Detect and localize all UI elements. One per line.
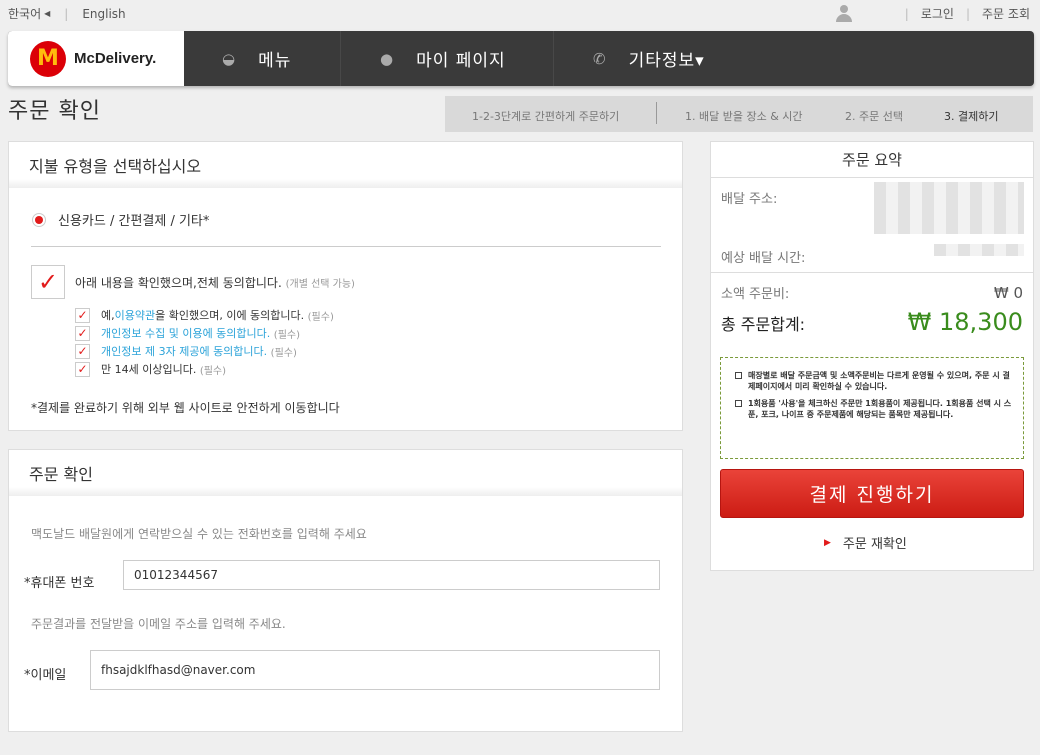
- nav-info-label: 기타정보▾: [628, 51, 705, 71]
- nav-divider: [553, 31, 554, 86]
- summary-title: 주문 요약: [711, 142, 1033, 178]
- confirm-heading: 주문 확인: [9, 450, 682, 496]
- phone-icon: ✆: [593, 49, 607, 68]
- checkmark-icon: ✓: [77, 344, 88, 358]
- user-icon: [835, 4, 853, 22]
- nav-divider: [340, 31, 341, 86]
- divider: [31, 246, 661, 247]
- payment-method-label: 신용카드 / 간편결제 / 기타*: [58, 214, 210, 229]
- phone-input[interactable]: [123, 560, 660, 590]
- agree-all-checkbox[interactable]: ✓: [31, 265, 65, 299]
- payment-heading: 지불 유형을 선택하십시오: [9, 142, 682, 188]
- address-value-redacted: [874, 182, 1024, 234]
- login-link[interactable]: 로그인: [921, 5, 954, 22]
- golden-arches-icon: M: [30, 40, 66, 77]
- payment-method-radio[interactable]: [32, 212, 46, 227]
- caret-right-icon: ▶: [824, 537, 831, 548]
- step-1: 1. 배달 받을 장소 & 시간: [685, 110, 803, 123]
- page-title: 주문 확인: [8, 99, 101, 124]
- order-lookup-link[interactable]: 주문 조회: [982, 5, 1030, 22]
- language-switcher: 한국어 ◀ | English: [8, 5, 126, 22]
- order-steps: 1-2-3단계로 간편하게 주문하기 1. 배달 받을 장소 & 시간 2. 주…: [445, 96, 1033, 132]
- checkmark-icon: ✓: [77, 362, 88, 376]
- bullet-box-icon: [735, 400, 742, 407]
- nav-menu[interactable]: ◒ 메뉴: [222, 31, 291, 86]
- nav-menu-label: 메뉴: [258, 51, 292, 71]
- payment-method-option[interactable]: 신용카드 / 간편결제 / 기타*: [32, 210, 209, 229]
- external-site-note: *결제를 완료하기 위해 외부 웹 사이트로 안전하게 이동합니다: [31, 401, 340, 415]
- checkmark-icon: ✓: [77, 308, 88, 322]
- step-2: 2. 주문 선택: [845, 110, 903, 123]
- divider: |: [64, 6, 69, 21]
- checkmark-icon: ✓: [37, 268, 59, 296]
- checkmark-icon: ✓: [77, 326, 88, 340]
- nav-info[interactable]: ✆ 기타정보▾: [593, 31, 705, 86]
- caret-left-icon: ◀: [44, 9, 51, 18]
- top-bar: 한국어 ◀ | English | 로그인 | 주문 조회: [0, 0, 1040, 28]
- divider: |: [965, 6, 971, 21]
- order-summary-panel: 주문 요약 배달 주소: 예상 배달 시간: 소액 주문비: ₩ 0 총 주문합…: [710, 141, 1034, 571]
- terms-list: ✓ 예, 이용약관 을 확인했으며, 이에 동의합니다. (필수) ✓ 개인정보 …: [75, 306, 334, 378]
- address-label: 배달 주소:: [721, 192, 778, 207]
- delivery-time-redacted: [934, 244, 1024, 256]
- total-label: 총 주문합계:: [721, 315, 806, 334]
- delivery-time-label: 예상 배달 시간:: [721, 251, 806, 266]
- divider: |: [904, 6, 909, 21]
- nav-mypage[interactable]: ● 마이 페이지: [380, 31, 506, 86]
- terms-item: ✓ 만 14세 이상입니다. (필수): [75, 360, 334, 378]
- age-checkbox[interactable]: ✓: [75, 361, 90, 377]
- notice-item: 1회용품 '사용'을 체크하신 주문만 1회용품이 제공됩니다. 1회용품 선택…: [735, 398, 1015, 420]
- order-confirm-panel: 주문 확인 맥도날드 배달원에게 연락받으실 수 있는 전화번호를 입력해 주세…: [8, 449, 683, 732]
- logo-text: McDelivery.: [74, 50, 157, 67]
- burger-icon: ◒: [222, 49, 237, 68]
- divider: [711, 272, 1033, 273]
- order-recheck-link[interactable]: ▶ 주문 재확인: [824, 533, 907, 552]
- terms-of-use-link[interactable]: 이용약관: [115, 307, 155, 323]
- terms-item: ✓ 개인정보 제 3자 제공에 동의합니다. (필수): [75, 342, 334, 360]
- terms-item: ✓ 예, 이용약관 을 확인했으며, 이에 동의합니다. (필수): [75, 306, 334, 324]
- privacy-collect-checkbox[interactable]: ✓: [75, 325, 90, 341]
- proceed-payment-button[interactable]: 결제 진행하기: [720, 469, 1024, 518]
- email-input[interactable]: [90, 650, 660, 690]
- terms-checkbox[interactable]: ✓: [75, 307, 90, 323]
- privacy-third-party-checkbox[interactable]: ✓: [75, 343, 90, 359]
- email-label: *이메일: [24, 668, 67, 683]
- mcdelivery-logo[interactable]: M McDelivery.: [8, 31, 184, 86]
- notice-item: 매장별로 배달 주문금액 및 소액주문비는 다르게 운영될 수 있으며, 주문 …: [735, 370, 1015, 392]
- terms-item: ✓ 개인정보 수집 및 이용에 동의합니다. (필수): [75, 324, 334, 342]
- email-hint: 주문결과를 전달받을 이메일 주소를 입력해 주세요.: [31, 617, 286, 631]
- payment-panel: 지불 유형을 선택하십시오 신용카드 / 간편결제 / 기타* ✓ 아래 내용을…: [8, 141, 683, 431]
- person-icon: ●: [380, 49, 395, 68]
- account-links: | 로그인 | 주문 조회: [835, 4, 1030, 22]
- privacy-collect-link[interactable]: 개인정보 수집 및 이용에 동의합니다.: [101, 325, 270, 341]
- order-recheck-label: 주문 재확인: [842, 537, 907, 552]
- lang-english-link[interactable]: English: [82, 7, 125, 21]
- divider: [656, 102, 657, 124]
- lang-korean-link[interactable]: 한국어: [8, 5, 41, 22]
- small-order-fee-label: 소액 주문비:: [721, 287, 790, 302]
- agree-all-label: 아래 내용을 확인했으며,전체 동의합니다. (개별 선택 가능): [75, 276, 355, 290]
- steps-intro: 1-2-3단계로 간편하게 주문하기: [472, 110, 620, 123]
- step-3: 3. 결제하기: [944, 110, 999, 123]
- phone-hint: 맥도날드 배달원에게 연락받으실 수 있는 전화번호를 입력해 주세요: [31, 527, 367, 541]
- privacy-third-party-link[interactable]: 개인정보 제 3자 제공에 동의합니다.: [101, 343, 267, 359]
- nav-mypage-label: 마이 페이지: [416, 51, 506, 71]
- small-order-fee-value: ₩ 0: [993, 284, 1023, 302]
- phone-label: *휴대폰 번호: [24, 576, 95, 591]
- notice-box: 매장별로 배달 주문금액 및 소액주문비는 다르게 운영될 수 있으며, 주문 …: [720, 357, 1024, 459]
- main-navbar: M McDelivery. ◒ 메뉴 ● 마이 페이지 ✆ 기타정보▾: [8, 31, 1034, 86]
- bullet-box-icon: [735, 372, 742, 379]
- total-value: ₩ 18,300: [907, 308, 1023, 336]
